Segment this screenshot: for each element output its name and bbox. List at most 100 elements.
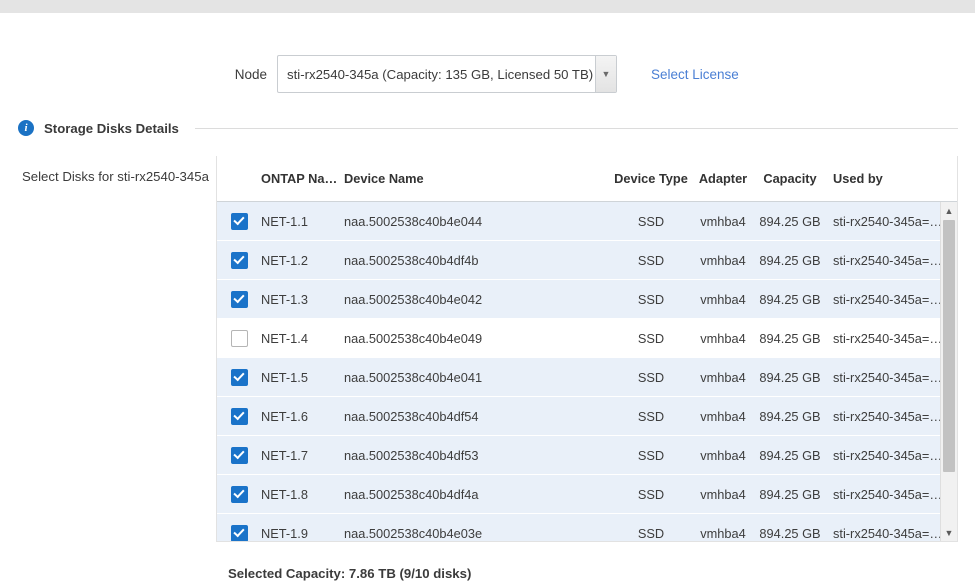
cell-ontap-name: NET-1.3 bbox=[261, 292, 344, 307]
cell-used-by: sti-rx2540-345a=… bbox=[827, 370, 942, 385]
selected-capacity-text: Selected Capacity: 7.86 TB (9/10 disks) bbox=[228, 566, 471, 581]
table-row[interactable]: NET-1.9naa.5002538c40b4e03eSSDvmhba4894.… bbox=[217, 514, 957, 541]
cell-capacity: 894.25 GB bbox=[753, 331, 827, 346]
cell-adapter: vmhba4 bbox=[693, 292, 753, 307]
node-select[interactable]: sti-rx2540-345a (Capacity: 135 GB, Licen… bbox=[277, 55, 617, 93]
row-checkbox[interactable] bbox=[217, 213, 261, 230]
chevron-up-icon[interactable]: ▲ bbox=[941, 202, 957, 219]
storage-disks-details-header: i Storage Disks Details bbox=[18, 118, 958, 138]
chevron-down-icon[interactable]: ▼ bbox=[941, 524, 957, 541]
cell-used-by: sti-rx2540-345a=… bbox=[827, 292, 942, 307]
select-license-link[interactable]: Select License bbox=[651, 67, 739, 82]
cell-used-by: sti-rx2540-345a=… bbox=[827, 448, 942, 463]
cell-adapter: vmhba4 bbox=[693, 448, 753, 463]
checkbox-checked[interactable] bbox=[231, 408, 248, 425]
table-vertical-scrollbar[interactable]: ▲ ▼ bbox=[940, 202, 957, 541]
table-row[interactable]: NET-1.3naa.5002538c40b4e042SSDvmhba4894.… bbox=[217, 280, 957, 319]
cell-device-name: naa.5002538c40b4e03e bbox=[344, 526, 609, 541]
checkbox-checked[interactable] bbox=[231, 213, 248, 230]
cell-ontap-name: NET-1.7 bbox=[261, 448, 344, 463]
row-checkbox[interactable] bbox=[217, 369, 261, 386]
cell-capacity: 894.25 GB bbox=[753, 409, 827, 424]
cell-capacity: 894.25 GB bbox=[753, 370, 827, 385]
section-divider bbox=[195, 128, 958, 129]
cell-adapter: vmhba4 bbox=[693, 370, 753, 385]
cell-adapter: vmhba4 bbox=[693, 253, 753, 268]
cell-device-type: SSD bbox=[609, 526, 693, 541]
cell-ontap-name: NET-1.1 bbox=[261, 214, 344, 229]
checkbox-checked[interactable] bbox=[231, 486, 248, 503]
cell-ontap-name: NET-1.5 bbox=[261, 370, 344, 385]
column-header-used-by[interactable]: Used by bbox=[827, 171, 942, 186]
column-header-adapter[interactable]: Adapter bbox=[693, 171, 753, 186]
cell-used-by: sti-rx2540-345a=… bbox=[827, 526, 942, 541]
table-row[interactable]: NET-1.8naa.5002538c40b4df4aSSDvmhba4894.… bbox=[217, 475, 957, 514]
cell-device-type: SSD bbox=[609, 487, 693, 502]
top-gray-strip bbox=[0, 0, 975, 13]
cell-device-name: naa.5002538c40b4df4a bbox=[344, 487, 609, 502]
cell-adapter: vmhba4 bbox=[693, 487, 753, 502]
cell-used-by: sti-rx2540-345a=… bbox=[827, 409, 942, 424]
row-checkbox[interactable] bbox=[217, 447, 261, 464]
table-row[interactable]: NET-1.4naa.5002538c40b4e049SSDvmhba4894.… bbox=[217, 319, 957, 358]
row-checkbox[interactable] bbox=[217, 486, 261, 503]
cell-device-type: SSD bbox=[609, 448, 693, 463]
table-row[interactable]: NET-1.5naa.5002538c40b4e041SSDvmhba4894.… bbox=[217, 358, 957, 397]
checkbox-checked[interactable] bbox=[231, 525, 248, 542]
cell-device-name: naa.5002538c40b4df53 bbox=[344, 448, 609, 463]
table-row[interactable]: NET-1.2naa.5002538c40b4df4bSSDvmhba4894.… bbox=[217, 241, 957, 280]
cell-device-name: naa.5002538c40b4e049 bbox=[344, 331, 609, 346]
cell-capacity: 894.25 GB bbox=[753, 214, 827, 229]
info-icon: i bbox=[18, 120, 34, 136]
cell-adapter: vmhba4 bbox=[693, 526, 753, 541]
checkbox-checked[interactable] bbox=[231, 252, 248, 269]
row-checkbox[interactable] bbox=[217, 252, 261, 269]
cell-device-name: naa.5002538c40b4e044 bbox=[344, 214, 609, 229]
node-label: Node bbox=[0, 67, 277, 82]
table-row[interactable]: NET-1.6naa.5002538c40b4df54SSDvmhba4894.… bbox=[217, 397, 957, 436]
checkbox-checked[interactable] bbox=[231, 291, 248, 308]
row-checkbox[interactable] bbox=[217, 330, 261, 347]
column-header-device-name[interactable]: Device Name bbox=[344, 171, 609, 186]
table-row[interactable]: NET-1.1naa.5002538c40b4e044SSDvmhba4894.… bbox=[217, 202, 957, 241]
cell-capacity: 894.25 GB bbox=[753, 292, 827, 307]
cell-device-type: SSD bbox=[609, 292, 693, 307]
cell-device-name: naa.5002538c40b4df54 bbox=[344, 409, 609, 424]
chevron-down-icon[interactable]: ▼ bbox=[595, 56, 616, 92]
cell-ontap-name: NET-1.4 bbox=[261, 331, 344, 346]
row-checkbox[interactable] bbox=[217, 291, 261, 308]
select-disks-label: Select Disks for sti-rx2540-345a bbox=[22, 168, 212, 185]
cell-used-by: sti-rx2540-345a=… bbox=[827, 331, 942, 346]
cell-device-name: naa.5002538c40b4e042 bbox=[344, 292, 609, 307]
section-title: Storage Disks Details bbox=[44, 121, 179, 136]
column-header-capacity[interactable]: Capacity bbox=[753, 171, 827, 186]
cell-device-type: SSD bbox=[609, 214, 693, 229]
column-header-device-type[interactable]: Device Type bbox=[609, 171, 693, 186]
cell-ontap-name: NET-1.2 bbox=[261, 253, 344, 268]
node-select-value: sti-rx2540-345a (Capacity: 135 GB, Licen… bbox=[278, 56, 595, 92]
table-row[interactable]: NET-1.7naa.5002538c40b4df53SSDvmhba4894.… bbox=[217, 436, 957, 475]
cell-capacity: 894.25 GB bbox=[753, 526, 827, 541]
cell-capacity: 894.25 GB bbox=[753, 448, 827, 463]
scrollbar-thumb[interactable] bbox=[943, 220, 955, 472]
table-header-row: ONTAP Na… Device Name Device Type Adapte… bbox=[217, 156, 957, 202]
cell-device-type: SSD bbox=[609, 370, 693, 385]
table-body: NET-1.1naa.5002538c40b4e044SSDvmhba4894.… bbox=[217, 202, 957, 541]
cell-adapter: vmhba4 bbox=[693, 214, 753, 229]
checkbox-unchecked[interactable] bbox=[231, 330, 248, 347]
checkbox-checked[interactable] bbox=[231, 369, 248, 386]
cell-capacity: 894.25 GB bbox=[753, 487, 827, 502]
cell-used-by: sti-rx2540-345a=… bbox=[827, 253, 942, 268]
cell-ontap-name: NET-1.9 bbox=[261, 526, 344, 541]
cell-device-name: naa.5002538c40b4df4b bbox=[344, 253, 609, 268]
cell-used-by: sti-rx2540-345a=… bbox=[827, 487, 942, 502]
cell-device-type: SSD bbox=[609, 409, 693, 424]
cell-ontap-name: NET-1.8 bbox=[261, 487, 344, 502]
checkbox-checked[interactable] bbox=[231, 447, 248, 464]
cell-capacity: 894.25 GB bbox=[753, 253, 827, 268]
row-checkbox[interactable] bbox=[217, 408, 261, 425]
cell-ontap-name: NET-1.6 bbox=[261, 409, 344, 424]
node-selection-row: Node sti-rx2540-345a (Capacity: 135 GB, … bbox=[0, 54, 975, 94]
row-checkbox[interactable] bbox=[217, 525, 261, 542]
column-header-ontap-name[interactable]: ONTAP Na… bbox=[261, 171, 344, 186]
